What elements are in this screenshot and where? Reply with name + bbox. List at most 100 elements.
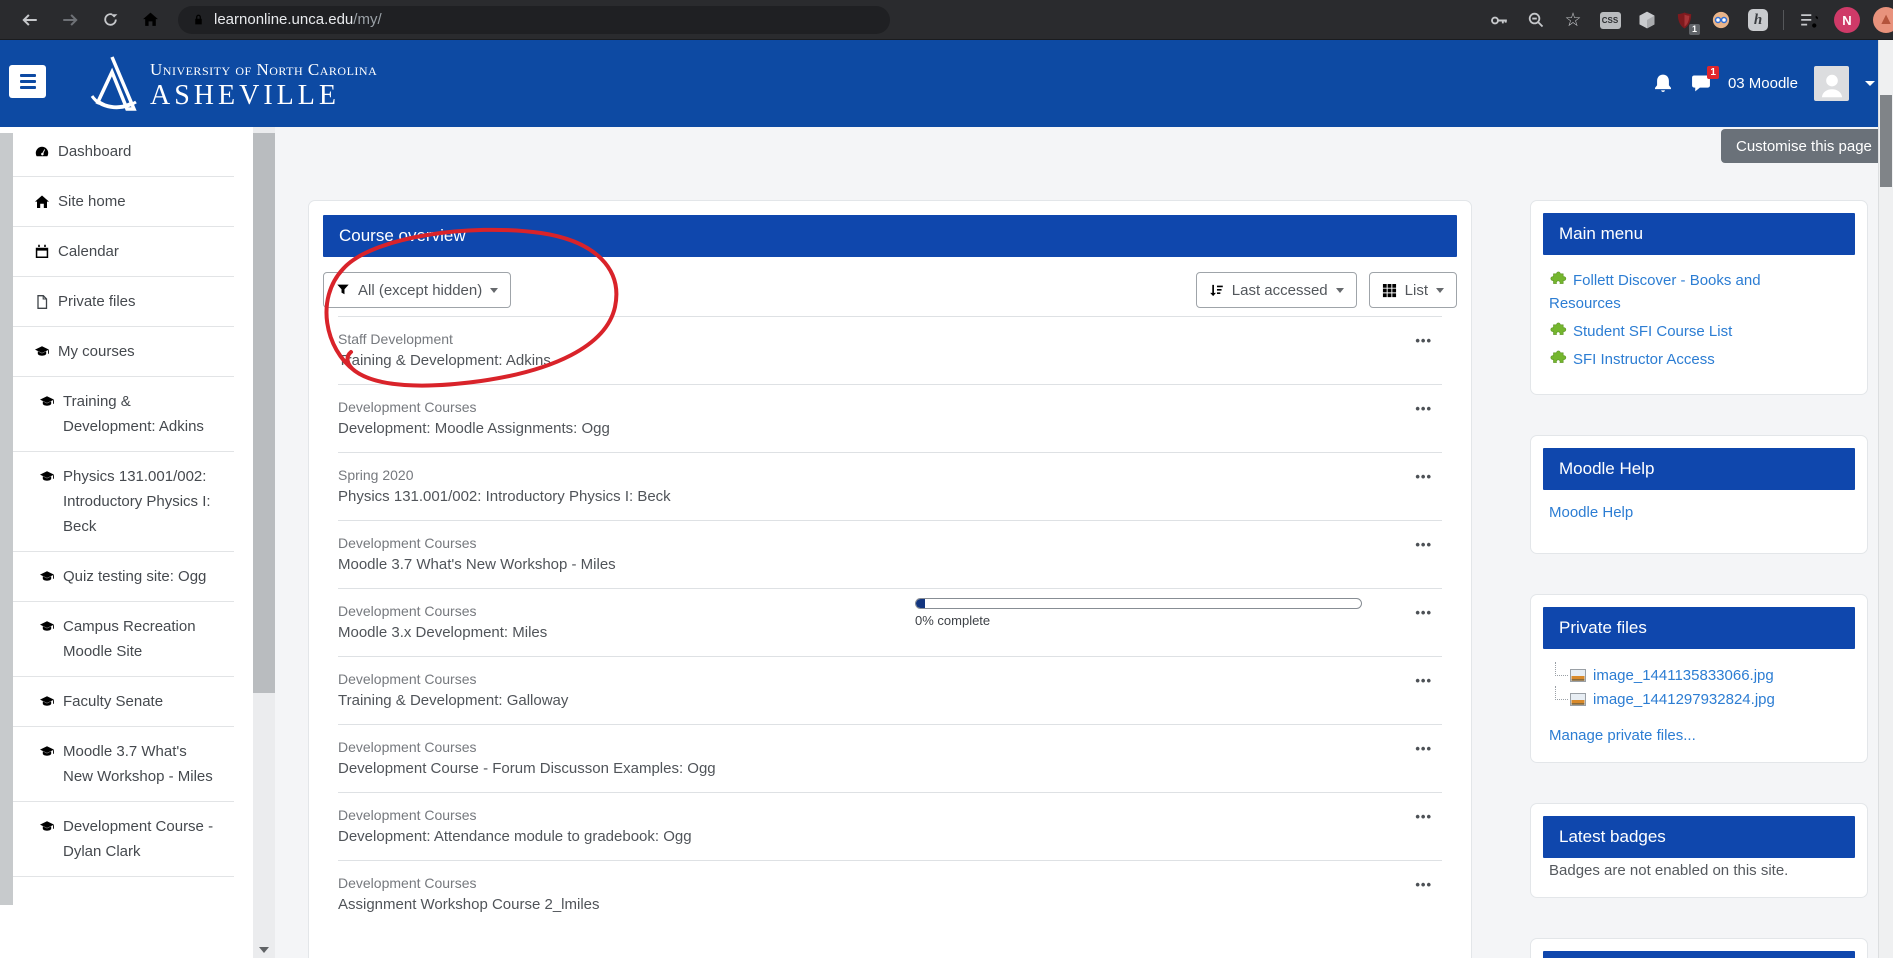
user-name[interactable]: 03 Moodle [1728,75,1798,92]
drawer-scrollbar-thumb[interactable] [253,133,275,693]
progress-label: 0% complete [915,613,1362,628]
course-actions-menu-icon[interactable] [1415,809,1432,824]
sidebar-item[interactable]: Site home [13,177,234,227]
private-files-header: Private files [1543,607,1855,649]
course-category: Development Courses [338,807,1402,823]
course-name[interactable]: Development: Moodle Assignments: Ogg [338,420,1402,437]
course-overview-title: Course overview [339,226,466,246]
course-actions-menu-icon[interactable] [1415,741,1432,756]
course-actions-menu-icon[interactable] [1415,877,1432,892]
browser-profile-avatar-2[interactable]: ▲ [1873,7,1893,33]
sidebar-item-icon [33,244,51,260]
puzzle-icon [1549,322,1568,339]
sidebar-item-label: Private files [58,289,136,314]
customise-page-button[interactable]: Customise this page [1721,129,1887,163]
private-files-tree: image_1441135833066.jpg image_1441297932… [1555,663,1849,711]
user-menu-caret-icon[interactable] [1865,81,1875,86]
main-menu-link[interactable]: SFI Instructor Access [1573,351,1715,368]
user-avatar[interactable] [1814,66,1849,101]
avatar-extension-icon[interactable] [1709,8,1733,32]
bookmark-star-icon[interactable]: ☆ [1561,8,1585,32]
private-file-link[interactable]: image_1441135833066.jpg [1593,667,1774,684]
browser-forward-button[interactable] [56,6,84,34]
course-filter-dropdown[interactable]: All (except hidden) [323,272,511,308]
sidebar-item-icon [38,694,56,710]
course-sort-dropdown[interactable]: Last accessed [1196,272,1357,308]
course-row[interactable]: Development Courses Moodle 3.x Developme… [338,588,1442,656]
password-key-icon[interactable] [1487,8,1511,32]
course-name[interactable]: Assignment Workshop Course 2_lmiles [338,896,1402,913]
css-extension-icon[interactable]: CSS [1598,8,1622,32]
moodle-help-link[interactable]: Moodle Help [1549,504,1633,521]
course-overview-header: Course overview [323,215,1457,257]
zoom-out-icon[interactable] [1524,8,1548,32]
ublock-badge: 1 [1689,24,1700,35]
sidebar-item[interactable]: My courses [13,327,234,377]
browser-home-button[interactable] [136,6,164,34]
course-row[interactable]: Development Courses Moodle 3.7 What's Ne… [338,520,1442,588]
course-actions-menu-icon[interactable] [1415,673,1432,688]
course-name[interactable]: Training & Development: Adkins [338,352,1402,369]
drawer-scrollbar-down-arrow[interactable] [259,947,269,953]
drawer-scrollbar[interactable] [253,127,275,958]
address-bar[interactable]: learnonline.unca.edu/my/ [178,6,890,34]
sidebar-item-icon [33,194,51,210]
course-name[interactable]: Development Course - Forum Discusson Exa… [338,760,1402,777]
reading-list-icon[interactable] [1797,8,1821,32]
page-scrollbar[interactable] [1878,40,1893,958]
private-file-item[interactable]: image_1441135833066.jpg [1555,663,1849,687]
course-actions-menu-icon[interactable] [1415,333,1432,348]
ublock-extension-icon[interactable]: 1 [1672,8,1696,32]
course-overview-block: Course overview All (except hidden) Last… [308,200,1472,958]
sidebar-item[interactable]: Quiz testing site: Ogg [13,552,234,602]
course-name[interactable]: Physics 131.001/002: Introductory Physic… [338,488,1402,505]
notifications-bell-icon[interactable] [1652,73,1674,95]
course-name[interactable]: Development: Attendance module to gradeb… [338,828,1402,845]
browser-reload-button[interactable] [96,6,124,34]
course-category: Development Courses [338,671,1402,687]
unca-logo[interactable]: University of North Carolina ASHEVILLE [84,54,377,112]
course-actions-menu-icon[interactable] [1415,401,1432,416]
sidebar-item-label: Site home [58,189,126,214]
sidebar-item[interactable]: Training & Development: Adkins [13,377,234,452]
course-row[interactable]: Development Courses Assignment Workshop … [338,860,1442,928]
sidebar-item[interactable]: Development Course - Dylan Clark [13,802,234,877]
course-actions-menu-icon[interactable] [1415,537,1432,552]
private-file-item[interactable]: image_1441297932824.jpg [1555,687,1849,711]
manage-private-files-link[interactable]: Manage private files... [1549,727,1696,744]
course-row[interactable]: Development Courses Development: Attenda… [338,792,1442,860]
course-row[interactable]: Development Courses Development Course -… [338,724,1442,792]
drawer-left-scrollbar[interactable] [0,133,13,905]
main-menu-link[interactable]: Student SFI Course List [1573,323,1732,340]
sidebar-item[interactable]: Faculty Senate [13,677,234,727]
sidebar-item[interactable]: Dashboard [13,127,234,177]
sidebar-item[interactable]: Calendar [13,227,234,277]
page-scrollbar-thumb[interactable] [1880,95,1892,187]
sidebar-item[interactable]: Private files [13,277,234,327]
main-menu-item[interactable]: Student SFI Course List [1549,320,1789,343]
package-extension-icon[interactable] [1635,8,1659,32]
menu-toggle-button[interactable] [9,65,46,98]
sidebar-item[interactable]: Moodle 3.7 What's New Workshop - Miles [13,727,234,802]
course-name[interactable]: Moodle 3.7 What's New Workshop - Miles [338,556,1402,573]
messages-icon[interactable]: 1 [1690,73,1712,95]
course-row[interactable]: Development Courses Development: Moodle … [338,384,1442,452]
private-file-link[interactable]: image_1441297932824.jpg [1593,691,1775,708]
course-row[interactable]: Development Courses Training & Developme… [338,656,1442,724]
main-menu-item[interactable]: Follett Discover - Books and Resources [1549,269,1789,315]
browser-back-button[interactable] [16,6,44,34]
sidebar-item[interactable]: Physics 131.001/002: Introductory Physic… [13,452,234,552]
image-file-icon [1570,693,1586,706]
course-view-dropdown[interactable]: List [1369,272,1457,308]
course-row[interactable]: Spring 2020 Physics 131.001/002: Introdu… [338,452,1442,520]
course-actions-menu-icon[interactable] [1415,469,1432,484]
main-menu-link[interactable]: Follett Discover - Books and Resources [1549,272,1761,312]
course-actions-menu-icon[interactable] [1415,605,1432,620]
honey-extension-icon[interactable]: h [1746,8,1770,32]
right-column: Main menu Follett Discover - Books and R… [1530,200,1868,958]
sidebar-item[interactable]: Campus Recreation Moodle Site [13,602,234,677]
main-menu-item[interactable]: SFI Instructor Access [1549,348,1789,371]
browser-profile-avatar[interactable]: N [1834,7,1860,33]
course-name[interactable]: Training & Development: Galloway [338,692,1402,709]
course-row[interactable]: Staff Development Training & Development… [338,316,1442,384]
